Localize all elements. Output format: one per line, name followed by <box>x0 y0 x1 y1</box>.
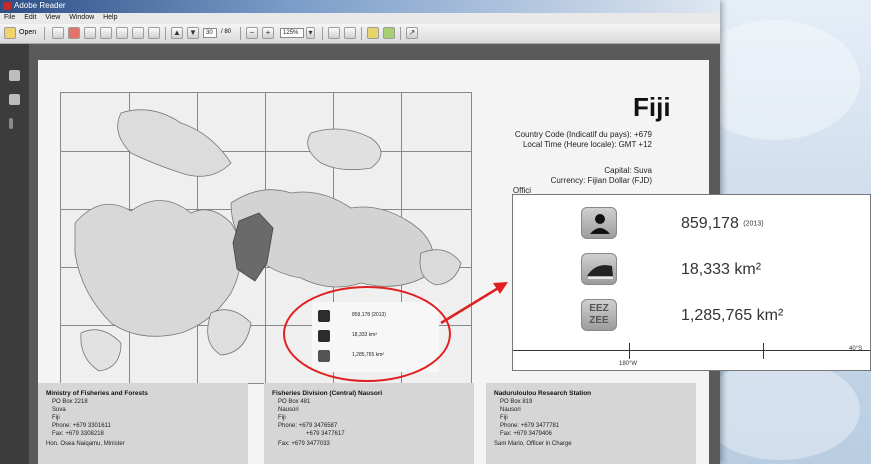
menu-edit[interactable]: Edit <box>24 14 36 21</box>
menu-window[interactable]: Window <box>69 14 94 21</box>
land-area-icon <box>581 253 617 285</box>
contact-line: Fax: +679 3308218 <box>52 431 104 437</box>
print-preview-icon[interactable] <box>132 27 144 39</box>
contact-line: PO Box 2218 <box>52 399 88 405</box>
contact-line: Fiji <box>52 415 60 421</box>
contact-box-ministry: Ministry of Fisheries and Forests PO Box… <box>38 383 248 464</box>
combine-icon[interactable] <box>68 27 80 39</box>
toolbar-separator <box>240 27 241 40</box>
open-folder-icon[interactable] <box>4 27 16 39</box>
map-highlight-region <box>232 212 274 282</box>
window-title: Adobe Reader <box>14 1 66 10</box>
map-island <box>419 249 462 286</box>
zoomed-axis-line <box>513 350 870 351</box>
contact-line: Hon. Osea Naiqamu, Minister <box>46 441 125 447</box>
menu-view[interactable]: View <box>45 14 60 21</box>
currency: Currency: Fijian Dollar (FJD) <box>550 176 652 185</box>
title-bar: Adobe Reader <box>0 0 720 13</box>
map-island <box>117 109 232 177</box>
stat-eez-area: 1,285,765 km² <box>681 307 784 324</box>
local-time: Local Time (Heure locale): GMT +12 <box>522 140 652 149</box>
axis-tick <box>629 343 630 359</box>
attachment-icon[interactable] <box>9 118 13 129</box>
map-island <box>80 329 122 372</box>
screenshot-root: { "window": { "title": "Adobe Reader", "… <box>0 0 871 464</box>
stat-row-population: 859,178 (2013) <box>581 207 861 243</box>
contact-line: Fiji <box>500 415 508 421</box>
eez-icon-text: EEZ <box>589 303 609 314</box>
toolbar-separator <box>400 27 401 40</box>
bookmarks-icon[interactable] <box>9 94 20 105</box>
stat-population: 859,178 (2013) <box>681 215 764 233</box>
page-total: / 80 <box>221 29 232 35</box>
eez-icon-text: ZEE <box>589 315 609 326</box>
contact-line: PO Box 481 <box>278 399 311 405</box>
menu-help[interactable]: Help <box>103 14 117 21</box>
zoom-dropdown-icon[interactable]: ▾ <box>306 27 315 39</box>
eez-icon: EEZ ZEE <box>581 299 617 331</box>
create-pdf-icon[interactable] <box>52 27 64 39</box>
contact-line: Fax: +679 3479406 <box>500 431 552 437</box>
stat-land-area: 18,333 km² <box>681 261 762 278</box>
navigation-panel <box>0 44 29 464</box>
map-island <box>207 309 252 356</box>
save-icon[interactable] <box>84 27 96 39</box>
contact-line: Phone: +679 3301611 <box>52 423 111 429</box>
fullscreen-icon[interactable]: ↗ <box>406 27 418 39</box>
zoomed-stats-callout: 859,178 (2013) 18,333 km² EEZ ZEE 1,285,… <box>512 194 871 371</box>
sign-icon[interactable] <box>383 27 395 39</box>
open-button[interactable]: Open <box>19 29 36 36</box>
contact-line: Nausori <box>500 407 521 413</box>
contact-line: Nausori <box>278 407 299 413</box>
contact-line: Suva <box>52 407 66 413</box>
population-value: 859,178 <box>681 215 739 232</box>
contact-line: +679 3477617 <box>306 431 345 437</box>
toolbar-separator <box>165 27 166 40</box>
axis-label-right: 40°S <box>849 346 863 352</box>
contact-box-fisheries-division: Fisheries Division (Central) Nausori PO … <box>264 383 474 464</box>
contact-box-research-station: Naduruloulou Research Station PO Box 819… <box>486 383 696 464</box>
country-title: Fiji <box>633 92 671 122</box>
contact-title: Fisheries Division (Central) Nausori <box>272 390 383 397</box>
menu-bar: File Edit View Window Help <box>0 13 720 24</box>
axis-tick <box>763 343 764 359</box>
print-icon[interactable] <box>100 27 112 39</box>
contact-line: Sam Mario, Officer in Charge <box>494 441 572 447</box>
contact-title: Ministry of Fisheries and Forests <box>46 390 148 397</box>
background-glow <box>700 360 860 460</box>
map-island <box>307 128 382 171</box>
comment-bubble-icon[interactable] <box>367 27 379 39</box>
menu-file[interactable]: File <box>4 14 15 21</box>
zoom-level-input[interactable]: 125% <box>280 28 304 38</box>
comment-icon[interactable] <box>148 27 160 39</box>
person-icon <box>581 207 617 239</box>
contact-title: Naduruloulou Research Station <box>494 390 592 397</box>
toolbar-separator <box>44 27 45 40</box>
country-code: Country Code (Indicatif du pays): +679 <box>514 130 652 139</box>
fit-width-icon[interactable] <box>344 27 356 39</box>
contact-line: Phone: +679 3477781 <box>500 423 560 429</box>
contact-line: Fiji <box>278 415 286 421</box>
contact-line: PO Box 819 <box>500 399 533 405</box>
pages-thumbnail-icon[interactable] <box>9 70 20 81</box>
toolbar-separator <box>361 27 362 40</box>
fit-page-icon[interactable] <box>328 27 340 39</box>
capital: Capital: Suva <box>604 166 652 175</box>
stat-row-land-area: 18,333 km² <box>581 253 861 289</box>
contact-line: Phone: +679 3476587 <box>278 423 338 429</box>
stat-row-eez: EEZ ZEE 1,285,765 km² <box>581 299 861 335</box>
zoom-in-icon[interactable]: + <box>262 27 274 39</box>
contact-line: Fax: +679 3477033 <box>278 441 330 447</box>
population-year: (2013) <box>743 220 764 228</box>
zoom-out-icon[interactable]: − <box>246 27 258 39</box>
next-page-icon[interactable]: ▼ <box>187 27 199 39</box>
axis-label-left: 180°W <box>619 361 638 367</box>
toolbar-separator <box>322 27 323 40</box>
previous-page-icon[interactable]: ▲ <box>171 27 183 39</box>
page-number-input[interactable]: 30 <box>203 28 217 38</box>
email-icon[interactable] <box>116 27 128 39</box>
annotation-circle <box>283 286 451 382</box>
toolbar: Open ▲ ▼ 30 / 80 − + 125% ▾ ↗ <box>0 24 720 44</box>
app-icon <box>3 2 11 10</box>
